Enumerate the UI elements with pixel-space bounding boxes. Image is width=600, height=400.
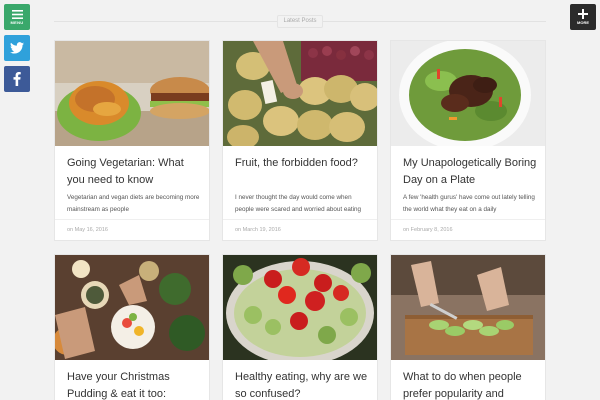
post-card[interactable]: My Unapologetically Boring Day on a Plat…: [390, 40, 546, 241]
hamburger-icon: [11, 9, 23, 19]
facebook-icon: [13, 72, 21, 86]
post-date: on March 19, 2016: [235, 227, 281, 233]
post-title[interactable]: Have your Christmas Pudding & eat it too…: [67, 369, 202, 400]
more-label: MORE: [577, 20, 589, 25]
post-title[interactable]: Healthy eating, why are we so confused?: [235, 369, 370, 400]
post-excerpt: A few 'health gurus' have come out latel…: [403, 194, 535, 213]
post-image: [391, 255, 545, 360]
post-image: [391, 41, 545, 146]
card-divider: [391, 219, 545, 220]
post-date: on February 8, 2016: [403, 227, 453, 233]
post-card[interactable]: What to do when people prefer popularity…: [390, 254, 546, 400]
post-excerpt: Vegetarian and vegan diets are becoming …: [67, 194, 200, 213]
post-title[interactable]: My Unapologetically Boring Day on a Plat…: [403, 155, 538, 189]
post-image: [55, 41, 209, 146]
twitter-icon: [10, 42, 24, 54]
post-image: [55, 255, 209, 360]
facebook-share-button[interactable]: [4, 66, 30, 92]
card-divider: [223, 219, 377, 220]
post-image: [223, 41, 377, 146]
post-card[interactable]: Healthy eating, why are we so confused?: [222, 254, 378, 400]
post-card[interactable]: Have your Christmas Pudding & eat it too…: [54, 254, 210, 400]
post-title[interactable]: Fruit, the forbidden food?: [235, 155, 370, 172]
post-excerpt: I never thought the day would come when …: [235, 194, 362, 213]
post-title[interactable]: Going Vegetarian: What you need to know: [67, 155, 202, 189]
post-image: [223, 255, 377, 360]
more-button[interactable]: MORE: [570, 4, 596, 30]
post-date: on May 16, 2016: [67, 227, 108, 233]
post-card[interactable]: Fruit, the forbidden food? I never thoug…: [222, 40, 378, 241]
post-title[interactable]: What to do when people prefer popularity…: [403, 369, 538, 400]
plus-icon: [578, 9, 588, 19]
menu-label: MENU: [10, 19, 24, 25]
twitter-share-button[interactable]: [4, 35, 30, 61]
card-divider: [55, 219, 209, 220]
post-card[interactable]: Going Vegetarian: What you need to know …: [54, 40, 210, 241]
menu-button[interactable]: MENU: [4, 4, 30, 30]
section-label: Latest Posts: [277, 15, 323, 28]
